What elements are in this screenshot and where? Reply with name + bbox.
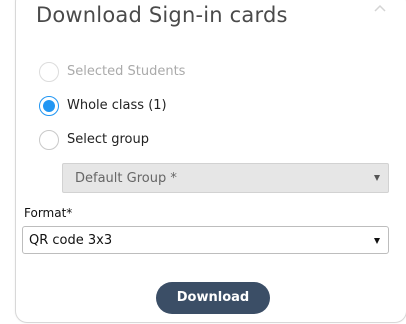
radio-button[interactable]: [39, 96, 59, 116]
dropdown-arrow-icon: [374, 175, 380, 181]
radio-label[interactable]: Whole class (1): [67, 98, 167, 113]
radio-label: Selected Students: [67, 64, 186, 79]
format-label: Format*: [24, 206, 73, 220]
download-panel: [15, 0, 406, 323]
panel-title: Download Sign-in cards: [36, 3, 288, 27]
radio-label[interactable]: Select group: [67, 132, 149, 147]
group-select-value: Default Group *: [75, 171, 177, 186]
dropdown-arrow-icon: [374, 238, 380, 244]
group-select: Default Group *: [62, 163, 389, 193]
chevron-up-icon[interactable]: [372, 2, 388, 14]
format-select[interactable]: QR code 3x3: [22, 226, 389, 254]
radio-button: [39, 62, 59, 82]
download-button-label: Download: [176, 290, 250, 305]
format-select-value: QR code 3x3: [29, 233, 113, 248]
download-button[interactable]: Download: [156, 282, 270, 314]
radio-button[interactable]: [39, 130, 59, 150]
